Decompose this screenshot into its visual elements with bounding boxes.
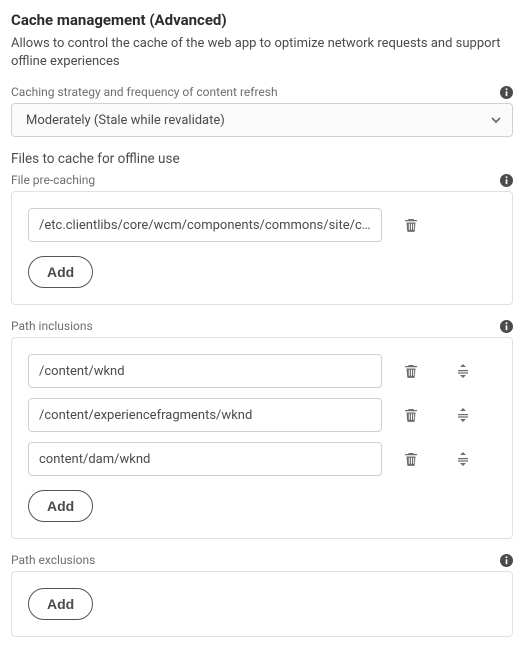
strategy-label: Caching strategy and frequency of conten… xyxy=(11,85,278,99)
delete-icon[interactable] xyxy=(402,362,420,380)
inclusion-path-input[interactable] xyxy=(28,354,382,388)
info-icon[interactable] xyxy=(499,319,513,333)
files-to-cache-heading: Files to cache for offline use xyxy=(11,151,513,167)
chevron-down-icon xyxy=(490,114,502,126)
strategy-select[interactable]: Moderately (Stale while revalidate) xyxy=(11,103,513,137)
add-button[interactable]: Add xyxy=(28,588,93,620)
list-item xyxy=(28,208,496,242)
list-item xyxy=(28,354,496,388)
precache-panel: Add xyxy=(11,191,513,305)
reorder-icon[interactable] xyxy=(454,406,472,424)
precache-path-input[interactable] xyxy=(28,208,382,242)
strategy-value: Moderately (Stale while revalidate) xyxy=(26,113,225,128)
list-item xyxy=(28,442,496,476)
spacer xyxy=(454,216,472,234)
section-title: Cache management (Advanced) xyxy=(11,11,513,29)
info-icon[interactable] xyxy=(499,173,513,187)
delete-icon[interactable] xyxy=(402,216,420,234)
precache-label: File pre-caching xyxy=(11,173,95,187)
info-icon[interactable] xyxy=(499,85,513,99)
section-description: Allows to control the cache of the web a… xyxy=(11,35,513,71)
delete-icon[interactable] xyxy=(402,450,420,468)
delete-icon[interactable] xyxy=(402,406,420,424)
list-item xyxy=(28,398,496,432)
inclusions-label: Path inclusions xyxy=(11,319,93,333)
inclusions-panel: Add xyxy=(11,337,513,539)
info-icon[interactable] xyxy=(499,553,513,567)
add-button[interactable]: Add xyxy=(28,490,93,522)
inclusion-path-input[interactable] xyxy=(28,442,382,476)
inclusion-path-input[interactable] xyxy=(28,398,382,432)
exclusions-panel: Add xyxy=(11,571,513,637)
reorder-icon[interactable] xyxy=(454,450,472,468)
add-button[interactable]: Add xyxy=(28,256,93,288)
reorder-icon[interactable] xyxy=(454,362,472,380)
exclusions-label: Path exclusions xyxy=(11,553,95,567)
